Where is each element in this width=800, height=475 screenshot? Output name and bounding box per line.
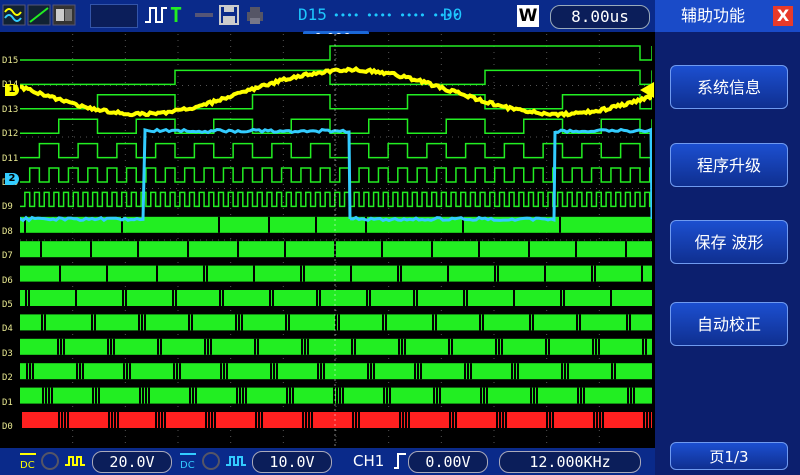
ch2-dc-coupling-icon[interactable]: DC (178, 451, 198, 471)
ch1-bandwidth-icon[interactable] (40, 451, 60, 471)
side-menu: 辅助功能 X 系统信息 程序升级 保存 波形 自动校正 页1/3 (655, 0, 800, 475)
ch2-volts-div[interactable]: 10.0V (252, 451, 332, 473)
digital-label-d2: D2 (2, 373, 13, 383)
page-indicator-button[interactable]: 页1/3 (670, 442, 788, 470)
digital-label-d6: D6 (2, 276, 13, 286)
trigger-t-icon[interactable]: T (170, 3, 182, 27)
svg-text:DC: DC (20, 460, 35, 471)
digital-trace-d5 (20, 290, 652, 306)
digital-label-d9: D9 (2, 202, 13, 212)
digital-label-d1: D1 (2, 398, 13, 408)
ch1-invert-icon[interactable] (63, 451, 87, 471)
auto-calibrate-button[interactable]: 自动校正 (670, 302, 788, 346)
digital-label-d5: D5 (2, 300, 13, 310)
rising-edge-icon[interactable] (393, 451, 407, 471)
channel-range-from: D15 (298, 5, 327, 24)
ch2-marker[interactable]: 2 (5, 173, 19, 185)
top-status-bar: T D15 •••• •••• •••• •••• D0 W 8.00us (0, 0, 655, 32)
blank-display-field (90, 4, 138, 28)
digital-trace-d4 (20, 314, 652, 330)
digital-trace-d1 (20, 388, 652, 404)
channel-range-to: D0 (443, 5, 462, 24)
time-mode-badge[interactable]: W (517, 5, 539, 27)
digital-label-d11: D11 (2, 154, 18, 164)
digital-label-d0: D0 (2, 422, 13, 432)
ch1-level-arrow[interactable] (640, 82, 654, 98)
channel-range-dots: •••• •••• •••• •••• (333, 9, 459, 22)
digital-label-d8: D8 (2, 227, 13, 237)
save-waveform-button[interactable]: 保存 波形 (670, 220, 788, 264)
save-disk-icon[interactable] (218, 4, 240, 26)
ch2-invert-icon[interactable] (224, 451, 248, 471)
dash-icon (193, 4, 215, 26)
trigger-source[interactable]: CH1 (353, 452, 384, 470)
digital-trace-d3 (20, 339, 652, 355)
ch1-marker[interactable]: 1 (5, 84, 19, 96)
digital-trace-d0 (20, 412, 652, 428)
ch2-bandwidth-icon[interactable] (201, 451, 221, 471)
trigger-level[interactable]: 0.00V (408, 451, 488, 473)
close-button[interactable]: X (773, 6, 793, 26)
digital-label-d3: D3 (2, 349, 13, 359)
firmware-upgrade-button[interactable]: 程序升级 (670, 143, 788, 187)
ch1-dc-coupling-icon[interactable]: DC (18, 451, 38, 471)
timebase-value[interactable]: 8.00us (550, 5, 650, 29)
waveform-screen (20, 34, 652, 446)
channel-labels: D15D14D13D12D11D10D9D8D7D6D5D4D3D2D1D0 (0, 0, 22, 450)
system-info-button[interactable]: 系统信息 (670, 65, 788, 109)
ch1-volts-div[interactable]: 20.0V (92, 451, 172, 473)
pulse-trigger-icon[interactable] (143, 4, 169, 26)
digital-trace-d7 (20, 241, 652, 257)
digital-label-d12: D12 (2, 129, 18, 139)
printer-icon[interactable] (244, 4, 266, 26)
digital-label-d13: D13 (2, 105, 18, 115)
bottom-status-bar: DC 20.0V DC 10.0V CH1 0.00V 12.000KHz (0, 448, 655, 475)
digital-label-d15: D15 (2, 56, 18, 66)
digital-trace-d6 (20, 266, 652, 282)
digital-label-d7: D7 (2, 251, 13, 261)
frequency-readout: 12.000KHz (499, 451, 641, 473)
digital-trace-d2 (20, 363, 652, 379)
digital-label-d4: D4 (2, 324, 13, 334)
svg-text:DC: DC (180, 460, 195, 471)
